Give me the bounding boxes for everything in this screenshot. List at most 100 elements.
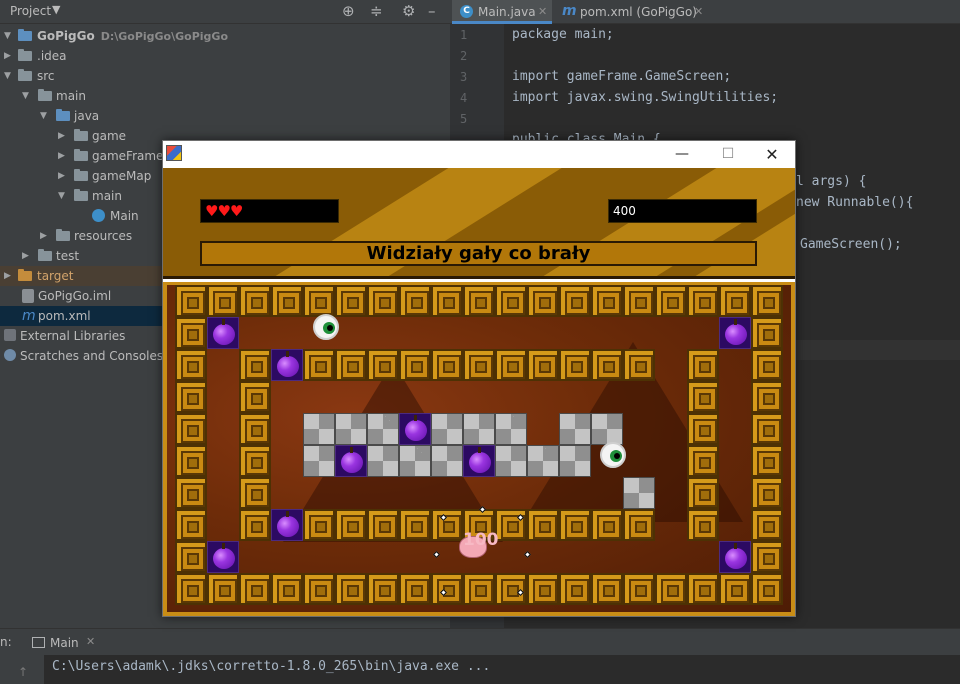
tab-main-java[interactable]: C Main.java ✕ (452, 0, 552, 24)
level-title-banner: Widziały gały co brały (200, 241, 757, 266)
tree-item-label: Scratches and Consoles (20, 349, 164, 363)
locate-icon[interactable]: ⊕ (342, 2, 355, 20)
excluded-folder-icon (18, 269, 32, 281)
project-panel-header: Project ▼ ⊕ ≑ ⚙ – (0, 0, 450, 24)
code-line[interactable]: new Runnable(){ (796, 195, 913, 210)
tree-item-label: test (56, 249, 80, 263)
tree-item-path: D:\GoPigGo\GoPigGo (100, 30, 229, 43)
tree-item-src[interactable]: ▼ src (0, 66, 450, 86)
tree-item-label: main (56, 89, 86, 103)
tree-item-label: main (92, 189, 122, 203)
code-line[interactable]: import gameFrame.GameScreen; (512, 69, 731, 84)
chevron-down-icon[interactable]: ▼ (4, 26, 14, 46)
line-number: 3 (460, 70, 468, 84)
tree-item-label: resources (74, 229, 133, 243)
hide-panel-icon[interactable]: – (428, 2, 436, 20)
chevron-down-icon[interactable]: ▼ (22, 86, 32, 106)
level-title: Widziały gały co brały (366, 243, 591, 264)
package-icon (74, 189, 88, 201)
board-frame (163, 282, 795, 616)
editor-tabbar: C Main.java ✕ m pom.xml (GoPigGo) ✕ (450, 0, 960, 24)
tab-label: Main.java (478, 5, 536, 19)
tab-pom-xml[interactable]: m pom.xml (GoPigGo) ✕ (554, 0, 710, 24)
run-tab-label: Main (50, 636, 79, 650)
close-icon[interactable]: ✕ (538, 0, 547, 24)
points-popup: 100 (463, 530, 499, 550)
folder-icon (18, 69, 32, 81)
tree-item-label: gameMap (92, 169, 152, 183)
class-icon: C (460, 5, 473, 18)
package-icon (74, 169, 88, 181)
run-tab-main[interactable]: Main (32, 633, 79, 653)
code-line[interactable]: import javax.swing.SwingUtilities; (512, 90, 778, 105)
chevron-right-icon[interactable]: ▶ (4, 266, 14, 286)
chevron-right-icon[interactable]: ▶ (58, 146, 68, 166)
chevron-right-icon[interactable]: ▶ (4, 46, 14, 66)
game-window: — ☐ ✕ ♥♥♥ 400 Widziały gały co brały 100 (162, 140, 796, 617)
maven-icon: m (562, 3, 577, 19)
minimize-button[interactable]: — (659, 141, 705, 168)
class-icon (92, 209, 105, 222)
library-icon (4, 329, 16, 341)
console-command-line: C:\Users\adamk\.jdks\corretto-1.8.0_265\… (52, 659, 491, 674)
folder-icon (18, 49, 32, 61)
module-folder-icon (18, 29, 32, 41)
tree-item-main[interactable]: ▼ main (0, 86, 450, 106)
folder-icon (38, 89, 52, 101)
hud-panel: ♥♥♥ 400 Widziały gały co brały (163, 168, 795, 279)
line-number: 1 (460, 28, 468, 42)
tree-item-label: game (92, 129, 127, 143)
tree-item-label: GoPigGo (37, 29, 95, 43)
chevron-down-icon[interactable]: ▼ (52, 3, 60, 16)
chevron-down-icon[interactable]: ▼ (58, 186, 68, 206)
lives-display: ♥♥♥ (200, 199, 339, 223)
chevron-down-icon[interactable]: ▼ (40, 106, 50, 126)
code-line[interactable]: l args) { (796, 174, 866, 189)
tree-item-label: target (37, 269, 74, 283)
java-app-icon (166, 145, 182, 161)
tree-item-label: .idea (37, 49, 67, 63)
package-icon (74, 149, 88, 161)
tree-item-label: External Libraries (20, 329, 126, 343)
chevron-right-icon[interactable]: ▶ (40, 226, 50, 246)
arrow-up-icon[interactable]: ↑ (18, 665, 28, 679)
maven-icon: m (22, 308, 36, 324)
tab-label: pom.xml (GoPigGo) (580, 5, 697, 19)
chevron-down-icon[interactable]: ▼ (4, 66, 14, 86)
package-icon (74, 129, 88, 141)
tree-item-label: java (74, 109, 100, 123)
code-line[interactable]: package main; (512, 27, 614, 42)
eyeball-enemy (600, 442, 626, 468)
source-folder-icon (56, 109, 70, 121)
tree-item-label: src (37, 69, 55, 83)
run-panel-label: n: (0, 635, 12, 649)
game-canvas[interactable]: ♥♥♥ 400 Widziały gały co brały 100 (163, 168, 795, 616)
resources-folder-icon (56, 229, 70, 241)
close-button[interactable]: ✕ (749, 141, 795, 168)
project-view-selector[interactable]: Project (10, 4, 51, 18)
tree-item-java[interactable]: ▼ java (0, 106, 450, 126)
chevron-right-icon[interactable]: ▶ (22, 246, 32, 266)
chevron-right-icon[interactable]: ▶ (58, 166, 68, 186)
tree-item-label: Main (110, 209, 139, 223)
line-number: 2 (460, 49, 468, 63)
module-file-icon (22, 289, 34, 303)
gear-icon[interactable]: ⚙ (402, 2, 415, 20)
collapse-all-icon[interactable]: ≑ (370, 2, 383, 20)
tree-item-label: pom.xml (38, 309, 91, 323)
tree-item-module[interactable]: ▼ GoPigGo D:\GoPigGo\GoPigGo (0, 26, 450, 46)
tree-item-idea[interactable]: ▶ .idea (0, 46, 450, 66)
window-titlebar[interactable]: — ☐ ✕ (163, 141, 795, 168)
close-icon[interactable]: ✕ (86, 635, 95, 648)
console-output[interactable]: C:\Users\adamk\.jdks\corretto-1.8.0_265\… (44, 655, 960, 684)
chevron-right-icon[interactable]: ▶ (58, 126, 68, 146)
maximize-button[interactable]: ☐ (705, 141, 751, 168)
scratches-icon (4, 349, 16, 361)
score-display: 400 (608, 199, 757, 223)
tree-item-label: gameFrame (92, 149, 164, 163)
code-line[interactable]: GameScreen(); (800, 237, 902, 252)
folder-icon (38, 249, 52, 261)
line-number: 4 (460, 91, 468, 105)
close-icon[interactable]: ✕ (694, 0, 703, 24)
tree-item-label: GoPigGo.iml (38, 289, 112, 303)
